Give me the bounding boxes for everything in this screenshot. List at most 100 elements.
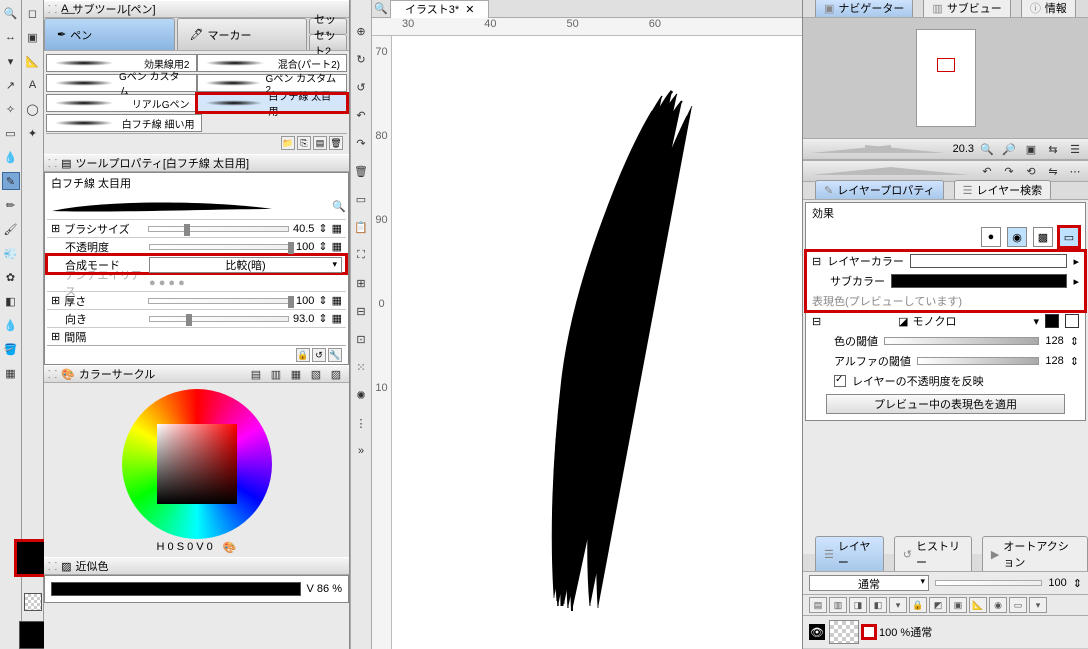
tab-autoaction[interactable]: ▶オートアクション (982, 536, 1088, 571)
layer-row[interactable]: 👁 100 %通常 (803, 616, 1088, 649)
chevron-icon[interactable]: » (352, 442, 370, 460)
eff-tone-icon[interactable]: ◉ (1007, 227, 1027, 247)
panel-mini-icon[interactable]: ▨ (327, 365, 345, 383)
frame-tool-icon[interactable]: ▣ (24, 28, 42, 46)
chevron-down-icon[interactable]: ▾ (1029, 597, 1047, 613)
grid-c-icon[interactable]: ⊡ (352, 330, 370, 348)
zoom-tool-icon[interactable]: 🔍 (2, 4, 20, 22)
close-icon[interactable]: ✕ (465, 3, 474, 16)
lock-icon[interactable]: 🔒 (296, 348, 310, 362)
eff-layercolor-icon[interactable]: ▭ (1059, 227, 1079, 247)
layer-icon-b[interactable]: ▥ (829, 597, 847, 613)
tab-layersearch[interactable]: ☰レイヤー検索 (954, 180, 1052, 199)
eff-border-icon[interactable]: ● (981, 227, 1001, 247)
reset-icon[interactable]: ↺ (312, 348, 326, 362)
zoom-slider[interactable] (811, 145, 945, 153)
airbrush-tool-icon[interactable]: 💨 (2, 244, 20, 262)
prop-brush-size[interactable]: ⊞ブラシサイズ 40.5⇕▦ (47, 219, 346, 237)
tab-layers[interactable]: ☰レイヤー (815, 536, 884, 571)
brush-item[interactable]: Gペン カスタム (46, 74, 197, 92)
clipboard-icon[interactable]: 📋 (352, 218, 370, 236)
menu-icon[interactable]: ☰ (1066, 140, 1084, 158)
prop-thickness[interactable]: ⊞厚さ 100⇕▦ (47, 291, 346, 309)
tab-subview[interactable]: ▥サブビュー (923, 0, 1010, 17)
layer-opacity-slider[interactable] (935, 580, 1042, 586)
more-icon[interactable]: ⋯ (1066, 162, 1084, 180)
dropdown-icon[interactable]: ▾ (2, 52, 20, 70)
clip-icon[interactable]: ▣ (949, 597, 967, 613)
tab-marker[interactable]: 🖊マーカー (177, 18, 308, 50)
apply-express-button[interactable]: プレビュー中の表現色を適用 (826, 394, 1065, 414)
rotate-slider[interactable] (811, 167, 970, 175)
lock-icon[interactable]: 🔒 (909, 597, 927, 613)
grid-a-icon[interactable]: ⊞ (352, 274, 370, 292)
blend-mode-dropdown[interactable]: 通常 (809, 575, 929, 591)
redo-icon[interactable]: ↷ (352, 134, 370, 152)
threshold-row[interactable]: 色の閾値 128⇕ (806, 331, 1085, 351)
pen-tool-icon[interactable]: ✎ (2, 172, 20, 190)
navigator-preview[interactable] (803, 18, 1088, 138)
magnify-icon[interactable]: 🔍 (332, 200, 346, 213)
move-tool-icon[interactable]: ↔ (2, 28, 20, 46)
dots-icon[interactable]: ⁙ (352, 358, 370, 376)
shape-tool-icon[interactable]: ◻ (24, 4, 42, 22)
rotate-right-icon[interactable]: ↷ (1000, 162, 1018, 180)
layer-icon-c[interactable]: ◨ (849, 597, 867, 613)
folder-icon[interactable]: 📁 (281, 136, 295, 150)
wand-tool-icon[interactable]: ✧ (2, 100, 20, 118)
prop-opacity[interactable]: 不透明度 100⇕▦ (47, 237, 346, 255)
color-tag-icon[interactable]: ▭ (1009, 597, 1027, 613)
approx-gradient[interactable] (51, 582, 301, 596)
eyedropper-icon[interactable]: 💧 (2, 148, 20, 166)
panel-mini-icon[interactable]: ▧ (307, 365, 325, 383)
reflect-opacity-row[interactable]: レイヤーの不透明度を反映 (806, 371, 1085, 391)
rotate-cw-icon[interactable]: ↻ (352, 50, 370, 68)
rotate-ccw-icon[interactable]: ↺ (352, 78, 370, 96)
effect-tool-icon[interactable]: ✦ (24, 124, 42, 142)
flip-h-icon[interactable]: ⇆ (1044, 140, 1062, 158)
panel-mini-icon[interactable]: ▤ (247, 365, 265, 383)
canvas[interactable] (392, 36, 802, 649)
select-arrow-icon[interactable]: ↗ (2, 76, 20, 94)
delete-icon[interactable]: 🗑 (329, 136, 343, 150)
record-icon[interactable]: ◉ (989, 597, 1007, 613)
layer-color-row[interactable]: ⊟レイヤーカラー ▸ (806, 251, 1085, 271)
alpha-threshold-row[interactable]: アルファの閾値 128⇕ (806, 351, 1085, 371)
tab-layerprop[interactable]: ✎レイヤープロパティ (815, 180, 944, 199)
zoom-out-icon[interactable]: 🔍 (978, 140, 996, 158)
grid-b-icon[interactable]: ⊟ (352, 302, 370, 320)
layer-icon-d[interactable]: ◧ (869, 597, 887, 613)
duplicate-icon[interactable]: ⎘ (297, 136, 311, 150)
gradient-tool-icon[interactable]: ▦ (2, 364, 20, 382)
canvas-tab[interactable]: イラスト3*✕ (390, 0, 489, 18)
eraser-tool-icon[interactable]: ◧ (2, 292, 20, 310)
tab-navigator[interactable]: ▣ナビゲーター (815, 0, 913, 17)
deco-tool-icon[interactable]: ✿ (2, 268, 20, 286)
layer-color-box[interactable] (863, 626, 875, 638)
ruler-tool-icon[interactable]: 📐 (24, 52, 42, 70)
fit-screen-icon[interactable]: ▣ (1022, 140, 1040, 158)
eff-tex-icon[interactable]: ▩ (1033, 227, 1053, 247)
eye-icon[interactable]: 👁 (809, 624, 825, 640)
mask-icon[interactable]: ◩ (929, 597, 947, 613)
text-tool-icon[interactable]: A (24, 76, 42, 94)
prop-direction[interactable]: 向き 93.0⇕▦ (47, 309, 346, 327)
blend-tool-icon[interactable]: 💧 (2, 316, 20, 334)
tab-pen[interactable]: ✒ペン (44, 18, 175, 50)
rotate-reset-icon[interactable]: ⟲ (1022, 162, 1040, 180)
new-icon[interactable]: ▤ (313, 136, 327, 150)
undo-icon[interactable]: ↶ (352, 106, 370, 124)
zoom-in-icon[interactable]: 🔎 (1000, 140, 1018, 158)
layer-dropdown-icon[interactable]: ▾ (889, 597, 907, 613)
fill-tool-icon[interactable]: 🪣 (2, 340, 20, 358)
tab-history[interactable]: ↺ヒストリー (894, 536, 972, 571)
prop-gap[interactable]: ⊞間隔 (47, 327, 346, 345)
brush-item[interactable]: 白フチ線 細い用 (46, 114, 202, 132)
wrench-icon[interactable]: 🔧 (328, 348, 342, 362)
brush-tool-icon[interactable]: 🖌 (2, 220, 20, 238)
bg-swatch[interactable] (19, 621, 47, 649)
bg-swatch-transparent[interactable] (24, 593, 42, 611)
panel-mini-icon[interactable]: ▥ (267, 365, 285, 383)
layer-icon-a[interactable]: ▤ (809, 597, 827, 613)
rotate-left-icon[interactable]: ↶ (978, 162, 996, 180)
